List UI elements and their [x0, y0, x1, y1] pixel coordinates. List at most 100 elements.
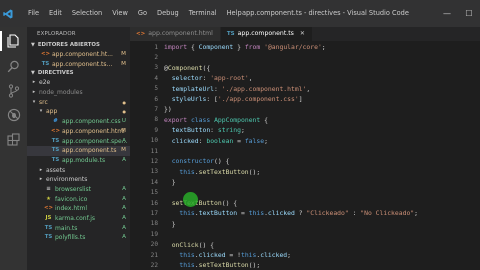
code-token: this — [248, 209, 265, 218]
ts-file-icon: TS — [51, 156, 60, 163]
code-token: ({ — [202, 63, 211, 72]
title-bar: File Edit Selection View Go Debug Terminal Help… — [0, 0, 480, 27]
file-item[interactable]: TS main.ts A — [27, 224, 130, 234]
file-item[interactable]: <> index.html A — [27, 204, 130, 214]
line-number: 16 — [150, 199, 158, 207]
code-token: false — [244, 136, 265, 145]
ts-file-icon: TS — [51, 137, 60, 144]
vscode-logo-icon — [0, 0, 16, 27]
editor-tab[interactable]: TS app.component.ts ✕ — [220, 27, 313, 41]
code-token: textButton — [164, 126, 211, 135]
chevron-right-icon: ▸ — [32, 89, 36, 96]
menu-item-selection[interactable]: Selection — [67, 0, 107, 27]
code-line[interactable]: this.clicked = !this.clicked; — [164, 250, 291, 260]
menu-item-view[interactable]: View — [107, 0, 133, 27]
git-status-badge: M — [121, 127, 126, 134]
code-token: = — [233, 136, 245, 145]
menu-item-terminal[interactable]: Terminal — [184, 0, 222, 27]
code-editor[interactable]: 1234567891011121314151617181920212223 im… — [130, 41, 480, 270]
file-item[interactable]: TS polyfills.ts A — [27, 233, 130, 243]
open-editors-header[interactable]: ▼ EDITORES ABIERTOS — [27, 41, 130, 50]
code-line[interactable]: templateUrl: './app.component.html', — [164, 84, 311, 94]
tree-item-name: polyfills.ts — [55, 234, 86, 242]
file-item[interactable]: ≡ browserslist A — [27, 185, 130, 195]
code-line[interactable]: @Component({ — [164, 63, 210, 73]
code-line[interactable]: setTextButton() { — [164, 198, 237, 208]
file-item[interactable]: <> app.component.html M — [27, 127, 130, 137]
css-file-icon: # — [53, 118, 58, 125]
code-line[interactable]: onClick() { — [164, 240, 214, 250]
minimize-button[interactable]: — — [436, 0, 458, 27]
open-editors-list: <> app.component.ht... M TS app.component.ts… — [27, 50, 130, 69]
code-line[interactable]: } — [164, 177, 176, 187]
folder-item[interactable]: ▸ e2e — [27, 78, 130, 88]
file-item[interactable]: ★ favicon.ico A — [27, 195, 130, 205]
code-line[interactable]: } — [164, 219, 176, 229]
close-icon[interactable]: ✕ — [300, 27, 305, 41]
file-item[interactable]: TS app.component.spe... A — [27, 137, 130, 147]
html-file-icon: <> — [51, 127, 61, 134]
file-type-icon: <> — [136, 31, 146, 37]
tree-item-name: environments — [46, 176, 88, 184]
code-line[interactable]: export class AppComponent { — [164, 115, 268, 125]
code-token: () { — [214, 157, 230, 166]
ts-file-icon: TS — [44, 224, 53, 231]
open-editor-name: app.component.ht... — [52, 51, 113, 58]
chevron-down-icon: ▼ — [31, 42, 35, 48]
code-line[interactable]: textButton: string; — [164, 125, 245, 135]
code-token: from — [244, 43, 261, 51]
code-line[interactable]: styleUrls: ['./app.component.css'] — [164, 94, 303, 104]
debug-icon[interactable] — [0, 103, 27, 127]
search-icon[interactable] — [0, 54, 27, 78]
folder-item[interactable]: ▸ assets — [27, 166, 130, 176]
tree-item-name: main.ts — [55, 224, 78, 232]
tree-item-name: node_modules — [39, 89, 83, 97]
code-token: export — [164, 115, 188, 124]
folder-item[interactable]: ▾ src ● — [27, 98, 130, 108]
code-token: (); — [248, 261, 261, 270]
code-line[interactable]: this.setTextButton(); — [164, 260, 260, 270]
code-line[interactable]: import { Component } from '@angular/core… — [164, 42, 326, 52]
open-editor-item[interactable]: TS app.component.ts... M — [27, 60, 130, 70]
files-icon[interactable] — [0, 29, 27, 53]
line-number: 8 — [154, 116, 158, 124]
code-token: , — [306, 84, 311, 93]
code-token: : [ — [206, 95, 218, 103]
code-line[interactable]: }) — [164, 104, 172, 114]
tree-item-name: app.component.html — [62, 127, 125, 135]
code-area[interactable]: import { Component } from '@angular/core… — [164, 41, 480, 270]
line-number: 6 — [154, 95, 158, 103]
code-token: clicked — [164, 136, 199, 145]
file-item[interactable]: TS app.component.ts M — [27, 146, 130, 156]
project-header[interactable]: ▼ DIRECTIVES — [27, 69, 130, 78]
file-item[interactable]: # app.component.css U — [27, 117, 130, 127]
folder-item[interactable]: ▸ node_modules — [27, 88, 130, 98]
code-line[interactable]: this.setTextButton(); — [164, 167, 260, 177]
code-token: (); — [248, 167, 261, 176]
ts-file-icon: TS — [44, 234, 53, 241]
tree-item-name: karma.conf.js — [55, 215, 95, 222]
menu-item-file[interactable]: File — [20, 0, 44, 27]
code-token: textButton — [198, 209, 238, 218]
open-editor-item[interactable]: <> app.component.ht... M — [27, 50, 130, 60]
file-item[interactable]: JS karma.conf.js A — [27, 214, 130, 224]
code-line[interactable]: clicked: boolean = false; — [164, 136, 268, 146]
menu-item-go[interactable]: Go — [133, 0, 152, 27]
code-line[interactable]: constructor() { — [164, 156, 230, 166]
line-number: 12 — [150, 157, 158, 165]
code-token: { — [187, 43, 199, 51]
editor-tab[interactable]: <> app.component.html — [130, 27, 221, 41]
code-token: clicked — [260, 251, 288, 259]
folder-item[interactable]: ▾ app ● — [27, 107, 130, 117]
folder-item[interactable]: ▸ environments — [27, 175, 130, 185]
file-item[interactable]: TS app.module.ts A — [27, 156, 130, 166]
maximize-button[interactable]: ☐ — [458, 0, 480, 27]
code-token: { — [260, 115, 268, 124]
code-token: = ! — [225, 251, 241, 259]
extensions-icon[interactable] — [0, 127, 27, 151]
menu-item-edit[interactable]: Edit — [44, 0, 67, 27]
code-line[interactable]: selector: 'app-root', — [164, 73, 253, 83]
source-control-icon[interactable] — [0, 79, 27, 103]
code-line[interactable]: this.textButton = this.clicked ? "Clicke… — [164, 208, 418, 218]
menu-item-debug[interactable]: Debug — [152, 0, 184, 27]
